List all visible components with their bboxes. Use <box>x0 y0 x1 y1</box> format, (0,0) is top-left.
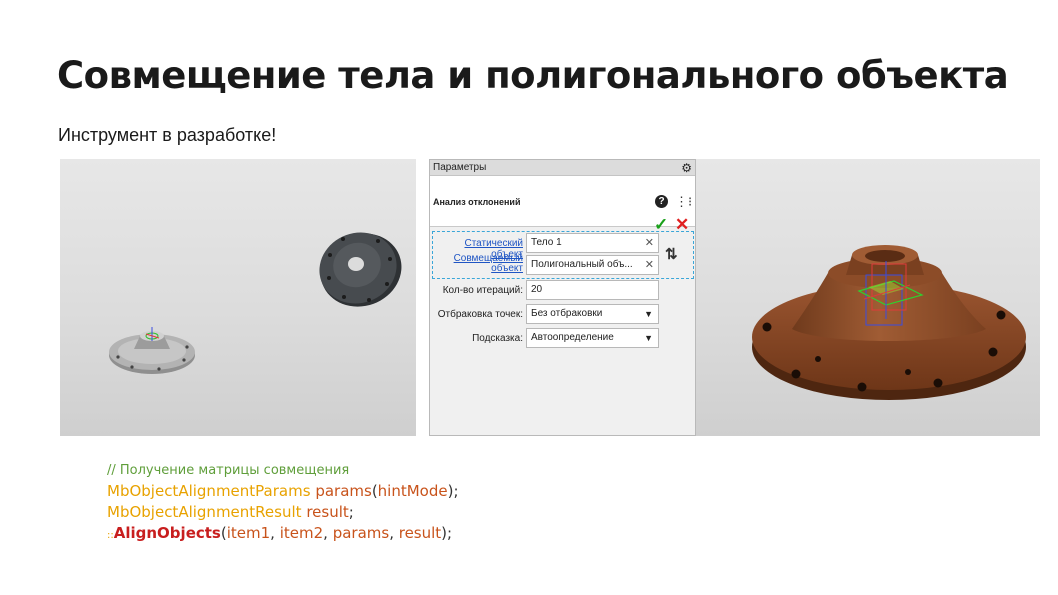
help-icon[interactable]: ? <box>655 195 668 208</box>
parameters-panel: Параметры ⚙ Анализ отклонений ? ⋮⁝ ✓ ✕ С… <box>429 159 696 436</box>
code-punctuation: ); <box>441 524 453 542</box>
code-function: AlignObjects <box>113 524 221 542</box>
dropdown-arrow-icon[interactable]: ▼ <box>644 329 653 347</box>
static-object-value: Тело 1 <box>531 237 562 248</box>
iterations-value: 20 <box>531 284 543 295</box>
polygonal-object-model[interactable] <box>309 222 411 318</box>
code-type: MbObjectAlignmentResult <box>107 503 302 521</box>
code-comment: // Получение матрицы совмещения <box>107 463 350 478</box>
dropdown-arrow-icon[interactable]: ▼ <box>644 305 653 323</box>
slide-subtitle: Инструмент в разработке! <box>58 125 277 145</box>
command-bar: Анализ отклонений ? ⋮⁝ ✓ ✕ <box>430 176 695 234</box>
scene-before <box>109 222 411 374</box>
slide-title: Совмещение тела и полигонального объекта <box>57 54 1009 97</box>
code-punctuation: ); <box>447 482 459 500</box>
scene-after <box>752 245 1026 400</box>
rejection-label: Отбраковка точек: <box>437 309 523 320</box>
gear-icon[interactable]: ⚙ <box>681 161 692 175</box>
code-variable: result <box>306 503 349 521</box>
hint-label: Подсказка: <box>472 333 523 344</box>
code-variable: params <box>315 482 372 500</box>
hint-select[interactable]: Автоопределение ▼ <box>526 328 659 348</box>
solid-body-model[interactable] <box>109 327 195 374</box>
code-punctuation: , <box>270 524 280 542</box>
code-punctuation: , <box>389 524 399 542</box>
panel-header-title: Параметры <box>433 162 487 173</box>
rejection-value: Без отбраковки <box>531 308 603 319</box>
code-punctuation: , <box>323 524 333 542</box>
code-argument: item2 <box>279 524 324 542</box>
moving-object-label-line2: объект <box>491 263 523 274</box>
hint-value: Автоопределение <box>531 332 614 343</box>
clear-icon[interactable]: ✕ <box>645 256 654 274</box>
swap-icon[interactable]: ⇅ <box>665 245 678 263</box>
code-argument: result <box>398 524 442 542</box>
code-argument: item1 <box>226 524 271 542</box>
code-scope: :: <box>107 530 114 541</box>
viewport-after[interactable] <box>696 159 1040 436</box>
tree-icon[interactable]: ⋮⁝ <box>675 194 692 210</box>
rejection-select[interactable]: Без отбраковки ▼ <box>526 304 659 324</box>
viewport-before[interactable] <box>60 159 416 436</box>
moving-object-field[interactable]: Полигональный объ... ✕ <box>526 255 659 275</box>
iterations-input[interactable]: 20 <box>526 280 659 300</box>
code-snippet: // Получение матрицы совмещения MbObject… <box>107 459 459 546</box>
code-argument: params <box>332 524 390 542</box>
moving-object-link[interactable]: Совмещаемый объект <box>432 254 523 274</box>
static-object-field[interactable]: Тело 1 ✕ <box>526 233 659 253</box>
clear-icon[interactable]: ✕ <box>645 234 654 252</box>
command-title: Анализ отклонений <box>433 197 521 207</box>
code-argument: hintMode <box>377 482 448 500</box>
iterations-label: Кол-во итераций: <box>442 285 523 296</box>
code-punctuation: ; <box>348 503 354 521</box>
code-type: MbObjectAlignmentParams <box>107 482 311 500</box>
panel-header: Параметры ⚙ <box>430 160 695 176</box>
moving-object-value: Полигональный объ... <box>531 259 633 270</box>
aligned-result-model[interactable] <box>752 245 1026 400</box>
